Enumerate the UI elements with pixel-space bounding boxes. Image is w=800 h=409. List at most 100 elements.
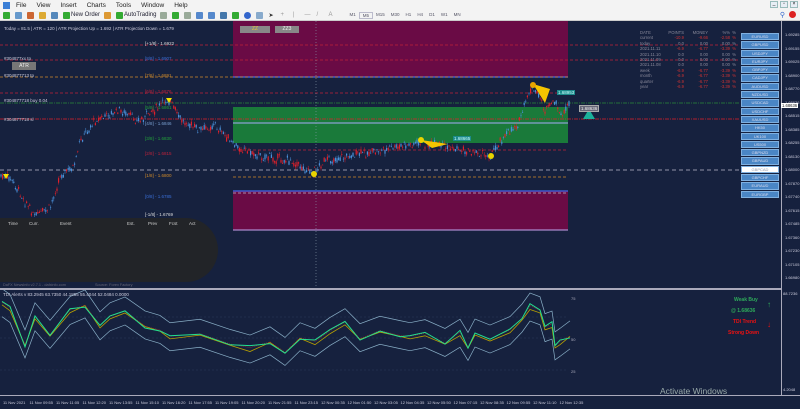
zoom-in-button[interactable] [196, 11, 204, 19]
tf-m30[interactable]: M30 [388, 12, 403, 19]
new-chart-button[interactable] [3, 11, 11, 19]
symbol-button-nzdusd[interactable]: NZDUSD [741, 91, 779, 99]
menu-insert[interactable]: Insert [60, 2, 76, 9]
candle [374, 152, 376, 155]
menu-charts[interactable]: Charts [87, 2, 106, 9]
market-watch-button[interactable] [27, 11, 35, 19]
tf-m5[interactable]: M5 [358, 11, 374, 19]
candle [173, 105, 175, 109]
tf-m15[interactable]: M15 [373, 12, 388, 19]
profiles-button[interactable] [15, 11, 23, 19]
new-order-button[interactable]: New Order [63, 11, 100, 19]
symbol-button-eurusd[interactable]: EURUSD [741, 33, 779, 41]
signal-price: @ 1.68636 [731, 308, 756, 314]
candle [493, 148, 495, 150]
navigator-button[interactable] [39, 11, 47, 19]
zz3-button[interactable]: ZZ3 [275, 26, 299, 33]
symbol-button-usdcad[interactable]: USDCAD [741, 99, 779, 107]
hline-button[interactable]: — [304, 11, 312, 19]
candle [144, 116, 146, 117]
price-axis[interactable]: 1.69285 1.69155 1.69025 1.68900 1.68770 1.686… [781, 21, 800, 395]
tf-h1[interactable]: H1 [403, 12, 415, 19]
text-button[interactable]: A [328, 11, 336, 19]
symbol-button-gbpjpy[interactable]: GBPJPY [741, 66, 779, 74]
candle [450, 148, 452, 151]
symbol-button-gbpchf[interactable]: GBPCHF [741, 174, 779, 182]
minimize-button[interactable]: _ [770, 1, 778, 8]
candles-button[interactable] [172, 11, 180, 19]
symbol-button-gbpaud[interactable]: GBPAUD [741, 157, 779, 165]
restore-button[interactable]: ▫ [780, 1, 788, 8]
tf-m1[interactable]: M1 [346, 12, 358, 19]
candle [490, 159, 492, 160]
line-chart-button[interactable] [184, 11, 192, 19]
symbol-button-gbpusd[interactable]: GBPUSD [741, 41, 779, 49]
search-icon[interactable]: ⚲ [780, 11, 785, 19]
zz-button[interactable]: ZZ [240, 26, 270, 33]
pane-separator[interactable] [0, 288, 781, 290]
autotrading-button[interactable]: AutoTrading [116, 11, 156, 19]
symbol-button-usdchf[interactable]: USDCHF [741, 107, 779, 115]
candle [330, 161, 332, 164]
symbol-button-xauusd[interactable]: XAUUSD [741, 115, 779, 124]
templates-button[interactable] [256, 11, 264, 19]
symbol-button-euraud[interactable]: EURAUD [741, 182, 779, 190]
time-axis-label: 11 Nov 21:55 [268, 400, 292, 405]
tile-button[interactable] [220, 11, 228, 19]
candle [320, 166, 322, 169]
time-axis[interactable]: 11 Nov 2021 11 Nov 09:55 11 Nov 11:05 11 No… [0, 395, 800, 409]
periods-button[interactable] [244, 11, 252, 19]
symbol-button-audusd[interactable]: AUDUSD [741, 82, 779, 91]
candle [445, 148, 447, 149]
candle [101, 115, 103, 118]
candle [363, 150, 365, 151]
terminal-button[interactable] [51, 11, 59, 19]
candle [326, 156, 328, 160]
symbol-button-gbpnzd[interactable]: GBPNZD [741, 149, 779, 157]
indicators-button[interactable] [232, 11, 240, 19]
close-button[interactable]: × [790, 1, 798, 8]
zoom-out-button[interactable] [208, 11, 216, 19]
candle [389, 145, 391, 147]
symbol-button-us500[interactable]: US500 [741, 140, 779, 149]
symbol-button-cadjpy[interactable]: CADJPY [741, 74, 779, 82]
symbol-button-eurgbp[interactable]: EURGBP [741, 190, 779, 198]
tf-d1[interactable]: D1 [426, 12, 438, 19]
symbol-button-gbpcad[interactable]: GBPCAD [741, 165, 779, 174]
candle [24, 205, 26, 207]
candle [496, 147, 498, 150]
metaeditor-button[interactable] [104, 11, 112, 19]
candle [80, 138, 82, 140]
menu-tools[interactable]: Tools [116, 2, 131, 9]
candle [85, 130, 87, 132]
menu-window[interactable]: Window [141, 2, 164, 9]
zoom-out-icon [208, 11, 216, 19]
menu-file[interactable]: File [16, 2, 26, 9]
symbol-button-eurjpy[interactable]: EURJPY [741, 57, 779, 66]
crosshair-button[interactable]: + [280, 11, 288, 19]
bar-chart-button[interactable] [160, 11, 168, 19]
tf-h4[interactable]: H4 [414, 12, 426, 19]
candle [296, 162, 298, 167]
trendline-button[interactable]: / [316, 11, 324, 19]
candle [77, 150, 79, 152]
cursor-button[interactable]: ➤ [268, 11, 276, 19]
time-axis-label: 12 Nov 00:35 [321, 400, 345, 405]
notifications-icon[interactable] [789, 11, 796, 18]
symbol-button-hk50[interactable]: HK50 [741, 124, 779, 132]
tf-mn[interactable]: MN [451, 12, 464, 19]
menu-help[interactable]: Help [174, 2, 187, 9]
symbol-button-uk100[interactable]: UK100 [741, 132, 779, 140]
menu-view[interactable]: View [36, 2, 50, 9]
candle [398, 144, 400, 149]
candle [349, 155, 351, 158]
tf-w1[interactable]: W1 [438, 12, 451, 19]
chart-window[interactable]: Today = 81.5 | ATR = 120 | ATR Projectio… [0, 21, 800, 403]
symbol-button-usdjpy[interactable]: USDJPY [741, 49, 779, 57]
candle [560, 113, 562, 116]
atr-button[interactable]: ATR [12, 62, 36, 70]
cal-header: Time [8, 221, 18, 226]
candle [370, 152, 372, 154]
vline-button[interactable]: | [292, 11, 300, 19]
candle [134, 122, 136, 124]
